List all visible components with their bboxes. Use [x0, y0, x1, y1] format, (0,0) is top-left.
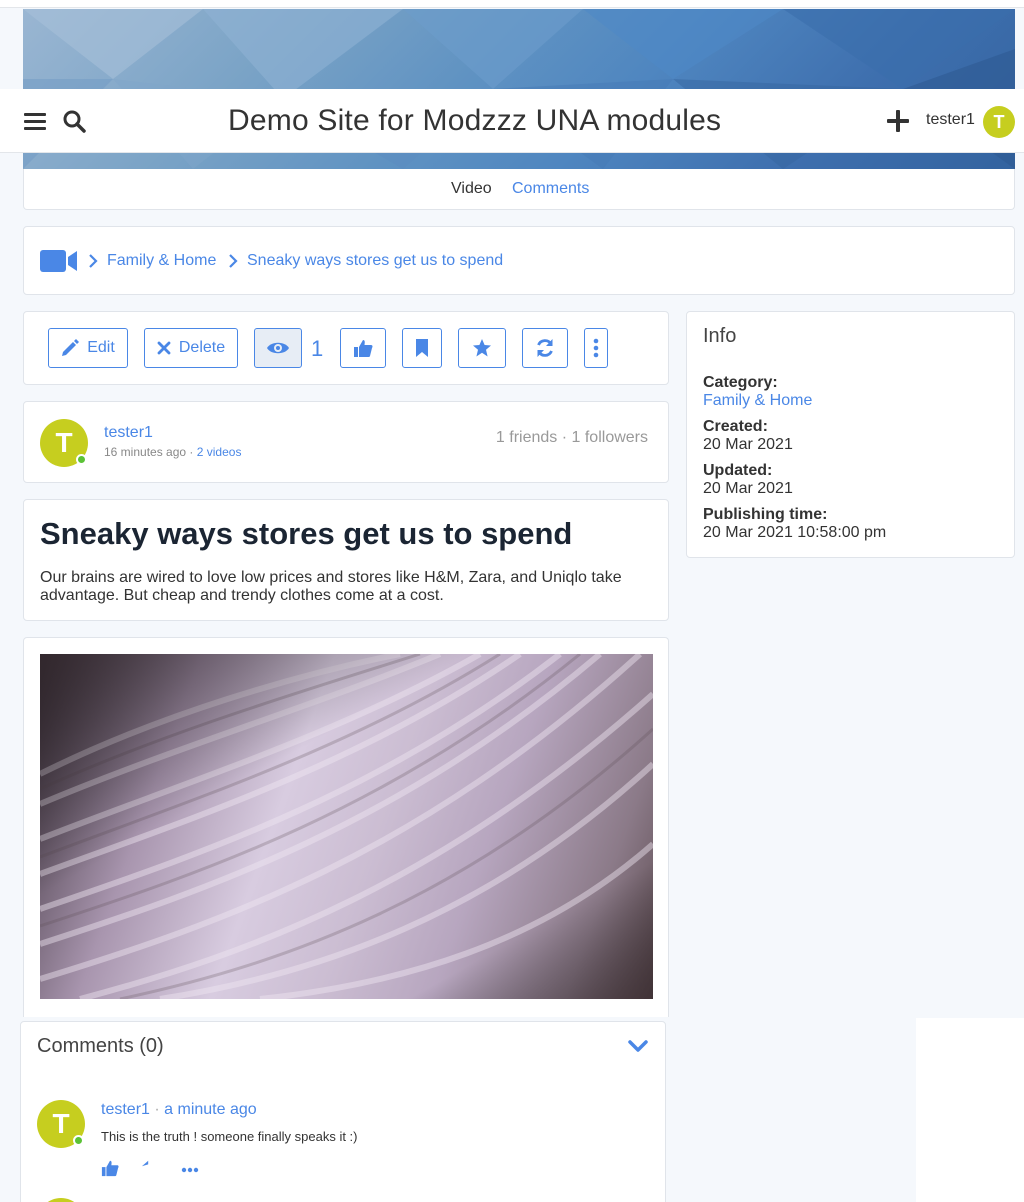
more-options-button[interactable]	[584, 328, 608, 368]
video-camera-icon[interactable]	[40, 249, 78, 273]
author-time: 16 minutes ago	[104, 445, 187, 459]
pencil-icon	[62, 339, 80, 356]
more-vertical-icon	[593, 338, 599, 358]
bookmark-icon	[416, 339, 428, 357]
delete-label: Delete	[178, 339, 226, 356]
edit-label: Edit	[87, 339, 115, 356]
reply-icon[interactable]	[141, 1159, 159, 1177]
site-title[interactable]: Demo Site for Modzzz UNA modules	[228, 104, 721, 138]
category-link[interactable]: Family & Home	[703, 392, 812, 410]
comments-panel: Comments (0) T tester1 · a minute ago Th…	[20, 1021, 666, 1202]
header-username[interactable]: tester1	[926, 111, 975, 129]
post-title-box: Sneaky ways stores get us to spend Our b…	[23, 499, 669, 621]
eye-icon	[267, 342, 289, 354]
info-panel: Info Category: Family & Home Created: 20…	[686, 311, 1015, 558]
search-icon[interactable]	[62, 109, 86, 133]
video-box	[23, 637, 669, 1017]
edit-button[interactable]: Edit	[48, 328, 128, 368]
updated-label: Updated:	[703, 462, 773, 479]
chevron-down-icon[interactable]	[627, 1038, 649, 1054]
friends-count[interactable]: 1 friends	[496, 429, 557, 446]
thumbs-up-icon	[354, 340, 373, 357]
delete-button[interactable]: Delete	[144, 328, 238, 368]
header-avatar[interactable]: T	[983, 106, 1015, 138]
breadcrumb-current[interactable]: Sneaky ways stores get us to spend	[247, 252, 503, 270]
repost-button[interactable]	[522, 328, 568, 368]
post-description: Our brains are wired to love low prices …	[40, 569, 622, 604]
like-button[interactable]	[340, 328, 386, 368]
post-title: Sneaky ways stores get us to spend	[40, 516, 573, 551]
created-label: Created:	[703, 418, 768, 435]
views-button[interactable]	[254, 328, 302, 368]
info-title: Info	[703, 325, 737, 347]
breadcrumb-category[interactable]: Family & Home	[107, 252, 216, 270]
online-status-dot	[73, 1135, 84, 1146]
comment-time[interactable]: a minute ago	[164, 1101, 257, 1118]
comment-text: This is the truth ! someone finally spea…	[101, 1129, 358, 1144]
close-icon	[157, 341, 171, 355]
publishing-label: Publishing time:	[703, 506, 828, 523]
chevron-right-icon	[229, 254, 238, 268]
publishing-value: 20 Mar 2021 10:58:00 pm	[703, 524, 887, 541]
chevron-right-icon	[89, 254, 98, 268]
updated-value: 20 Mar 2021	[703, 480, 793, 497]
comment-header: tester1 · a minute ago	[101, 1101, 257, 1118]
refresh-icon	[537, 339, 553, 357]
view-count: 1	[311, 336, 324, 361]
author-meta: 16 minutes ago · 2 videos	[104, 445, 242, 459]
action-bar: Edit Delete 1	[23, 311, 669, 385]
menu-icon[interactable]	[23, 109, 47, 133]
breadcrumb: Family & Home Sneaky ways stores get us …	[23, 226, 1015, 295]
content-tabs: Video Comments	[23, 169, 1015, 210]
tab-video[interactable]: Video	[451, 180, 492, 198]
created-value: 20 Mar 2021	[703, 436, 793, 453]
category-label: Category:	[703, 374, 778, 391]
site-header: Demo Site for Modzzz UNA modules tester1…	[0, 89, 1024, 153]
followers-count[interactable]: 1 followers	[572, 429, 648, 446]
video-player[interactable]	[40, 654, 653, 999]
more-horizontal-icon[interactable]	[181, 1167, 199, 1173]
comment-author[interactable]: tester1	[101, 1101, 150, 1118]
online-status-dot	[76, 454, 87, 465]
author-videos-link[interactable]: 2 videos	[197, 445, 242, 459]
comments-title: Comments (0)	[37, 1035, 164, 1057]
author-stats: 1 friends · 1 followers	[495, 429, 648, 446]
add-icon[interactable]	[886, 109, 910, 133]
white-overlay	[916, 1018, 1024, 1202]
star-icon	[473, 339, 491, 357]
favorite-button[interactable]	[458, 328, 506, 368]
next-comment-avatar[interactable]	[37, 1198, 85, 1202]
author-card: T tester1 16 minutes ago · 2 videos 1 fr…	[23, 401, 669, 483]
comment-like-icon[interactable]	[101, 1159, 119, 1177]
bookmark-button[interactable]	[402, 328, 442, 368]
knit-fabric-thumbnail	[40, 654, 653, 999]
author-name[interactable]: tester1	[104, 424, 153, 442]
top-bar-line	[0, 0, 1024, 8]
tab-comments[interactable]: Comments	[512, 180, 589, 198]
